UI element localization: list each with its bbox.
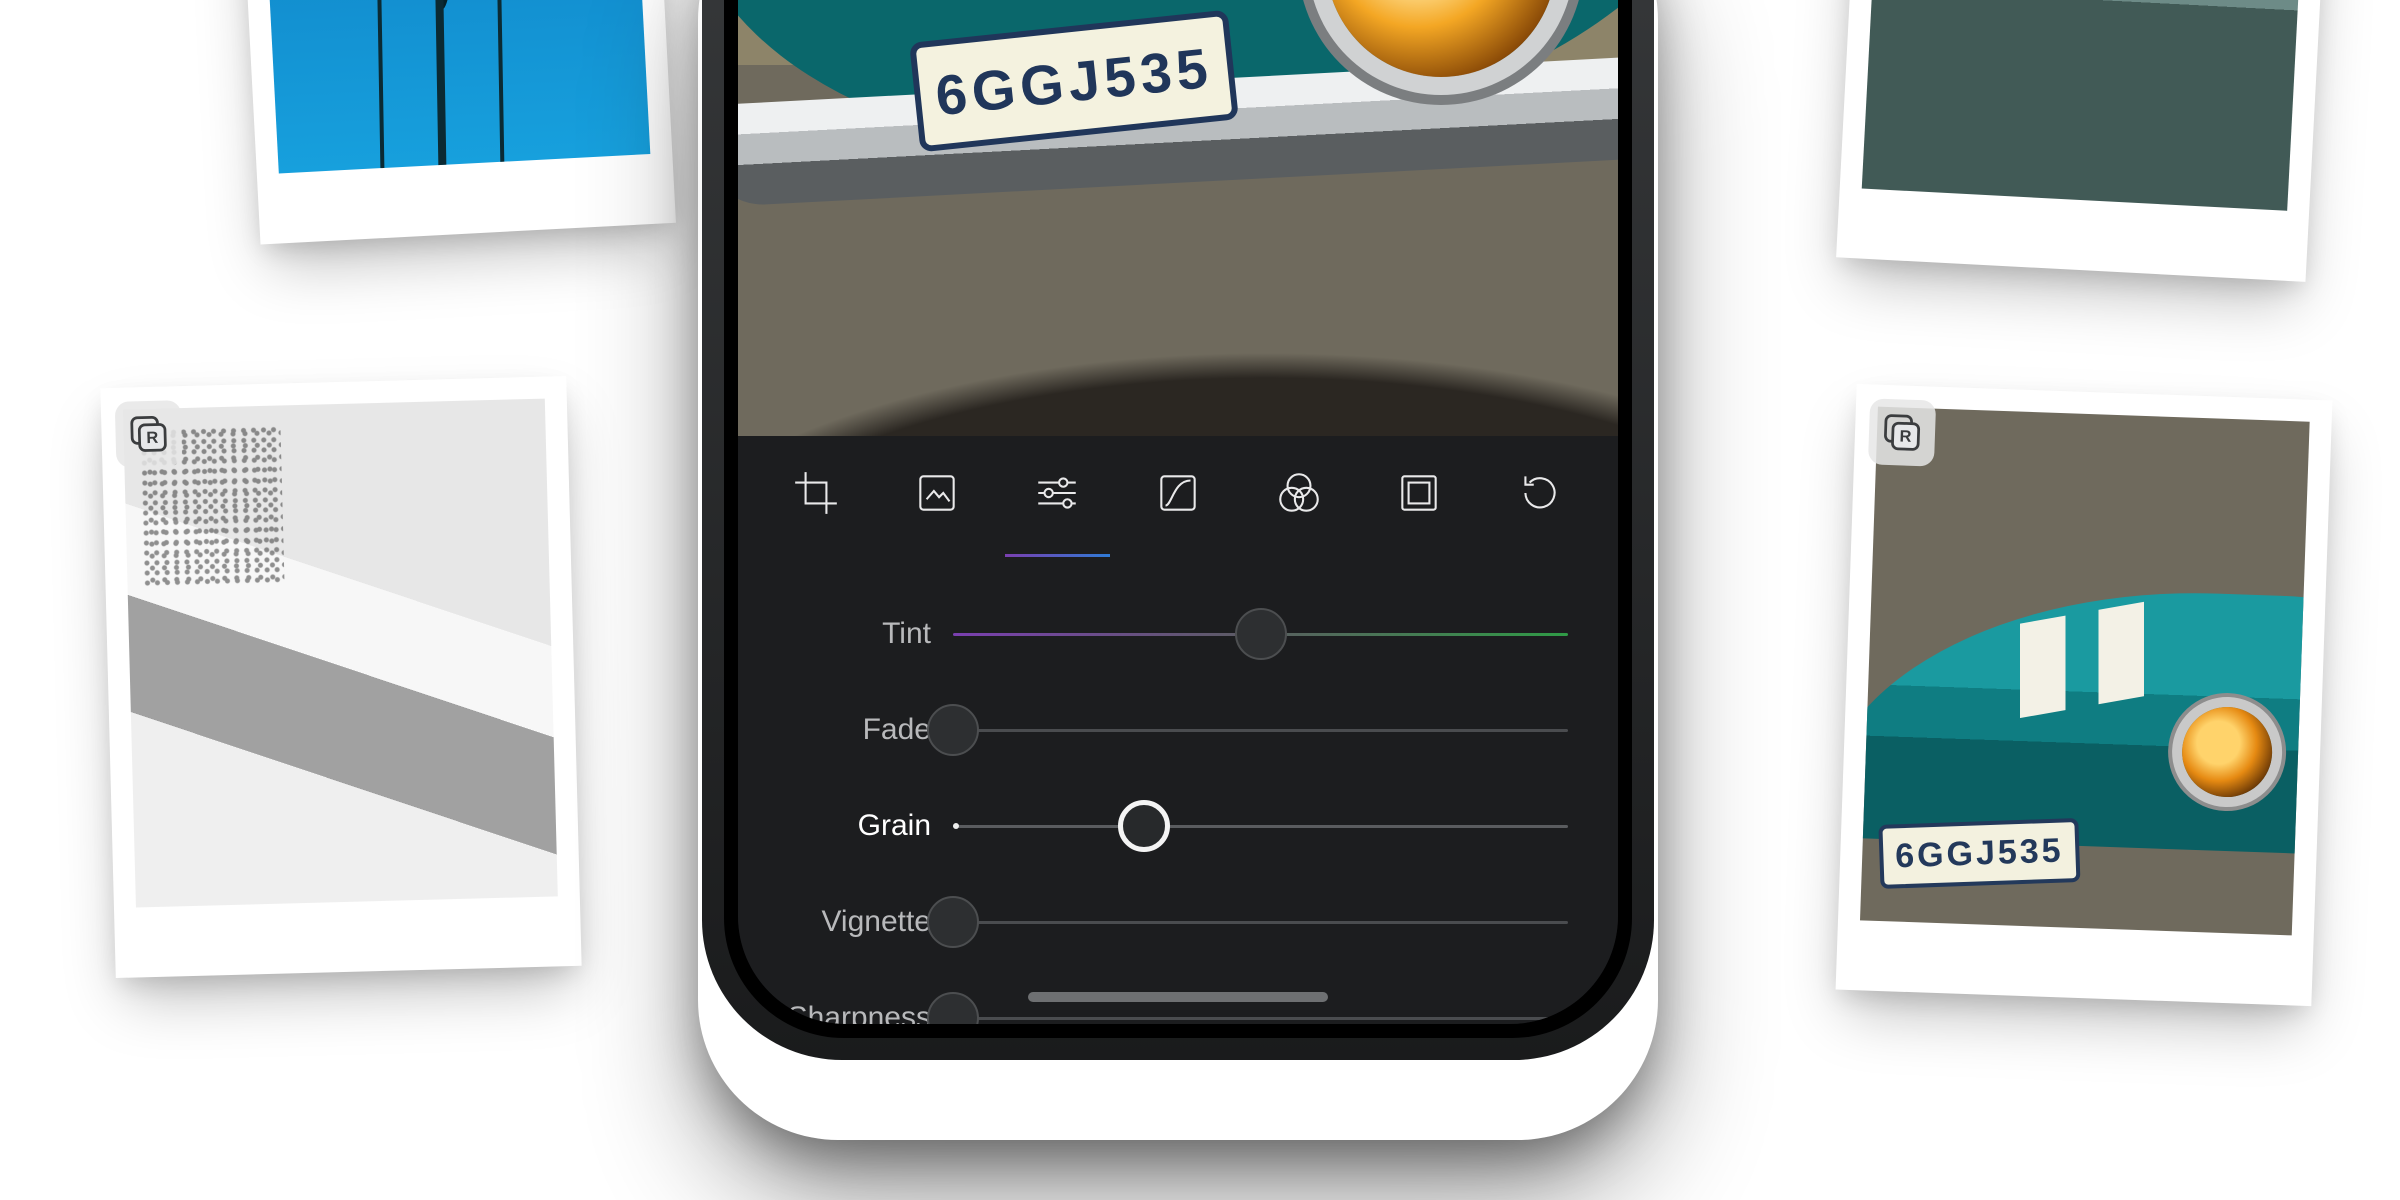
- slider-track-fade[interactable]: [953, 729, 1568, 732]
- tool-crop[interactable]: [781, 452, 851, 538]
- slider-origin-dot: [953, 823, 959, 829]
- tool-curves[interactable]: [1143, 452, 1213, 538]
- slider-thumb-fade[interactable]: [927, 704, 979, 756]
- photo-bw-building: [123, 399, 558, 908]
- slider-row-vignette: Vignette: [738, 874, 1568, 970]
- photo-teal-car: 6GGJ535: [1860, 407, 2310, 936]
- gallery-card-bottom-left: R: [100, 376, 581, 978]
- slider-track-sharpness[interactable]: [953, 1017, 1568, 1020]
- slider-row-grain: Grain: [738, 778, 1568, 874]
- tool-history[interactable]: [1505, 452, 1575, 538]
- slider-thumb-grain[interactable]: [1118, 800, 1170, 852]
- home-indicator[interactable]: [1028, 992, 1328, 1002]
- gallery-card-top-left: [232, 0, 676, 245]
- slider-thumb-vignette[interactable]: [927, 896, 979, 948]
- slider-row-fade: Fade: [738, 682, 1568, 778]
- photo-hollywood: [1862, 0, 2315, 211]
- svg-text:R: R: [1899, 428, 1912, 446]
- editor-panel: Tint Fade Grain Vignette Sharpness: [738, 436, 1618, 1024]
- slider-list: TintFadeGrainVignetteSharpness: [738, 586, 1618, 964]
- slider-label-vignette: Vignette: [738, 905, 953, 939]
- slider-row-tint: Tint: [738, 586, 1568, 682]
- thumbnail-license-plate: 6GGJ535: [1879, 818, 2081, 889]
- slider-label-grain: Grain: [738, 809, 953, 843]
- gallery-card-bottom-right: 6GGJ535 R: [1836, 384, 2333, 1006]
- phone-mockup: 6GGJ535: [702, 0, 1654, 1060]
- slider-thumb-sharpness[interactable]: [927, 992, 979, 1024]
- slider-track-vignette[interactable]: [953, 921, 1568, 924]
- slider-thumb-tint[interactable]: [1235, 608, 1287, 660]
- toolbar-active-indicator: [738, 554, 1618, 557]
- svg-text:R: R: [146, 429, 158, 447]
- slider-label-tint: Tint: [738, 617, 953, 651]
- tool-frame[interactable]: [902, 452, 972, 538]
- slider-track-grain[interactable]: [953, 825, 1568, 828]
- tool-filters[interactable]: [1264, 452, 1334, 538]
- editor-toolbar: [738, 436, 1618, 554]
- tool-adjust[interactable]: [1022, 452, 1092, 538]
- raw-badge-icon: R: [1868, 398, 1936, 466]
- slider-label-fade: Fade: [738, 713, 953, 747]
- editor-screen: 6GGJ535: [738, 0, 1618, 1024]
- gallery-card-top-right: [1836, 0, 2338, 282]
- photo-palm-tree: [255, 0, 650, 173]
- tool-border[interactable]: [1384, 452, 1454, 538]
- editor-preview-image[interactable]: 6GGJ535: [738, 0, 1618, 436]
- slider-track-tint[interactable]: [953, 633, 1568, 636]
- slider-label-sharpness: Sharpness: [738, 1001, 953, 1024]
- raw-badge-icon: R: [115, 400, 183, 468]
